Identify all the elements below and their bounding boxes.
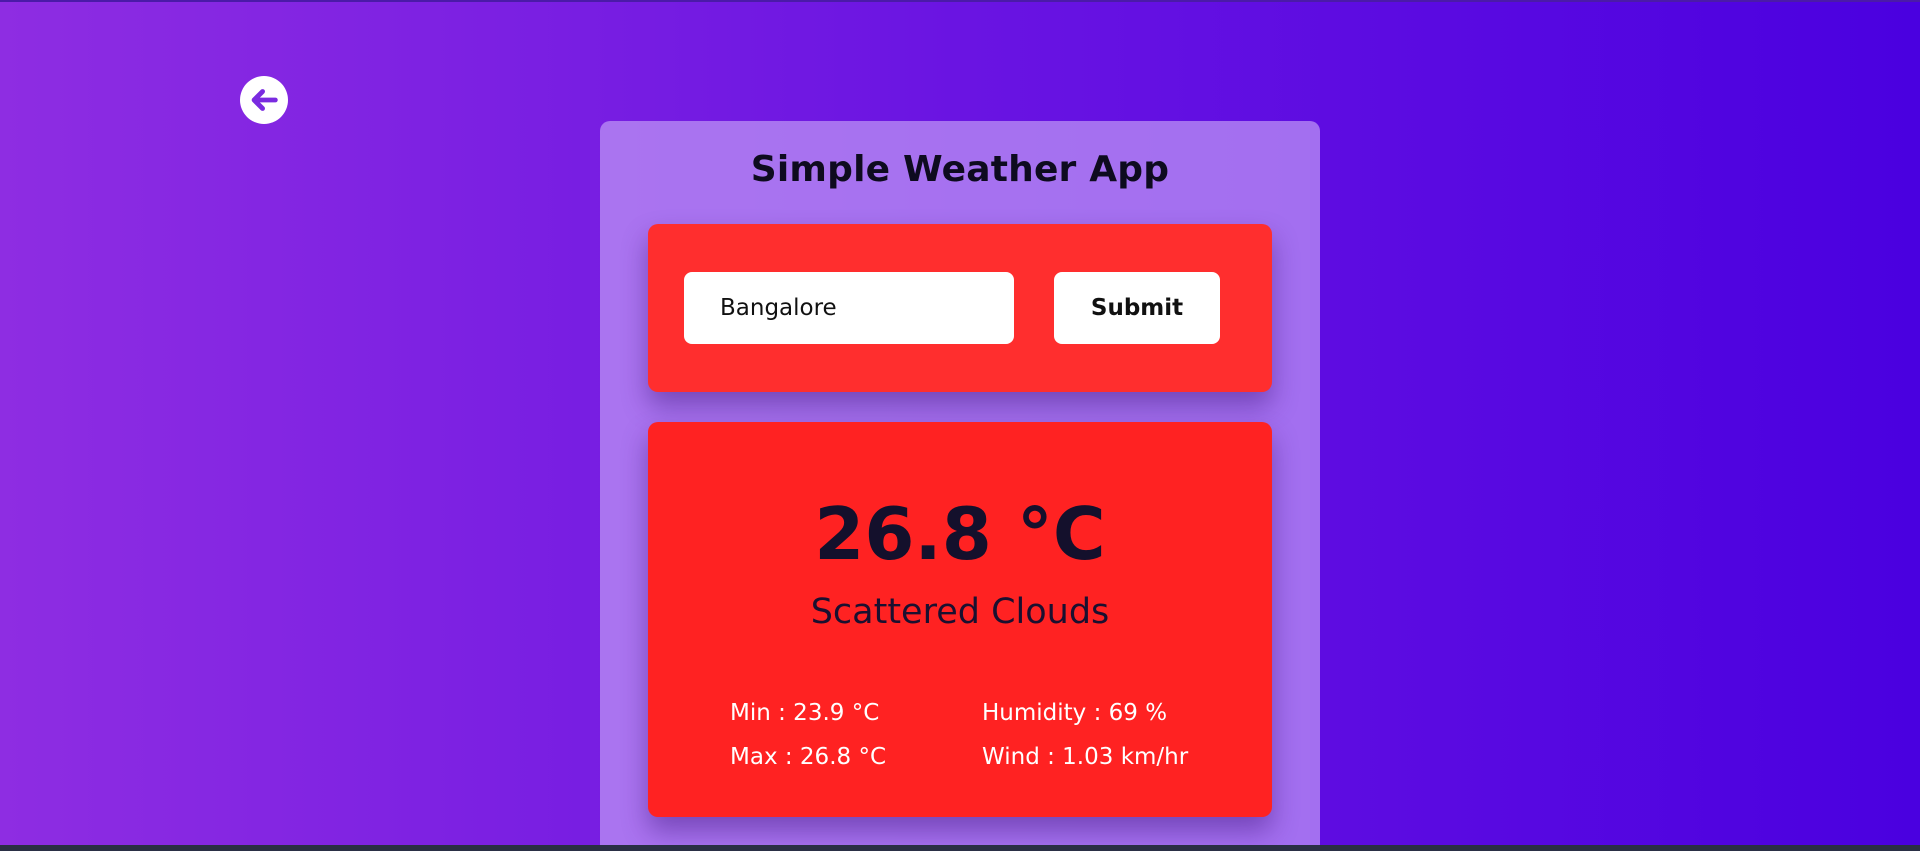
weather-result-card: 26.8 °C Scattered Clouds Min : 23.9 °C M… [648,422,1272,817]
submit-button[interactable]: Submit [1054,272,1220,344]
weather-panel: Simple Weather App Submit 26.8 °C Scatte… [600,121,1320,851]
weather-condition: Scattered Clouds [810,592,1110,632]
city-input[interactable] [684,272,1014,344]
search-card: Submit [648,224,1272,392]
window-top-border [0,0,1920,2]
back-button[interactable] [240,76,288,124]
humidity-value: Humidity : 69 % [982,700,1168,726]
app-title: Simple Weather App [750,149,1170,190]
window-bottom-border [0,845,1920,851]
temperature-value: 26.8 °C [814,492,1106,576]
wind-value: Wind : 1.03 km/hr [982,744,1189,770]
max-temperature: Max : 26.8 °C [730,744,887,770]
arrow-left-icon [251,89,278,111]
min-temperature: Min : 23.9 °C [730,700,880,726]
